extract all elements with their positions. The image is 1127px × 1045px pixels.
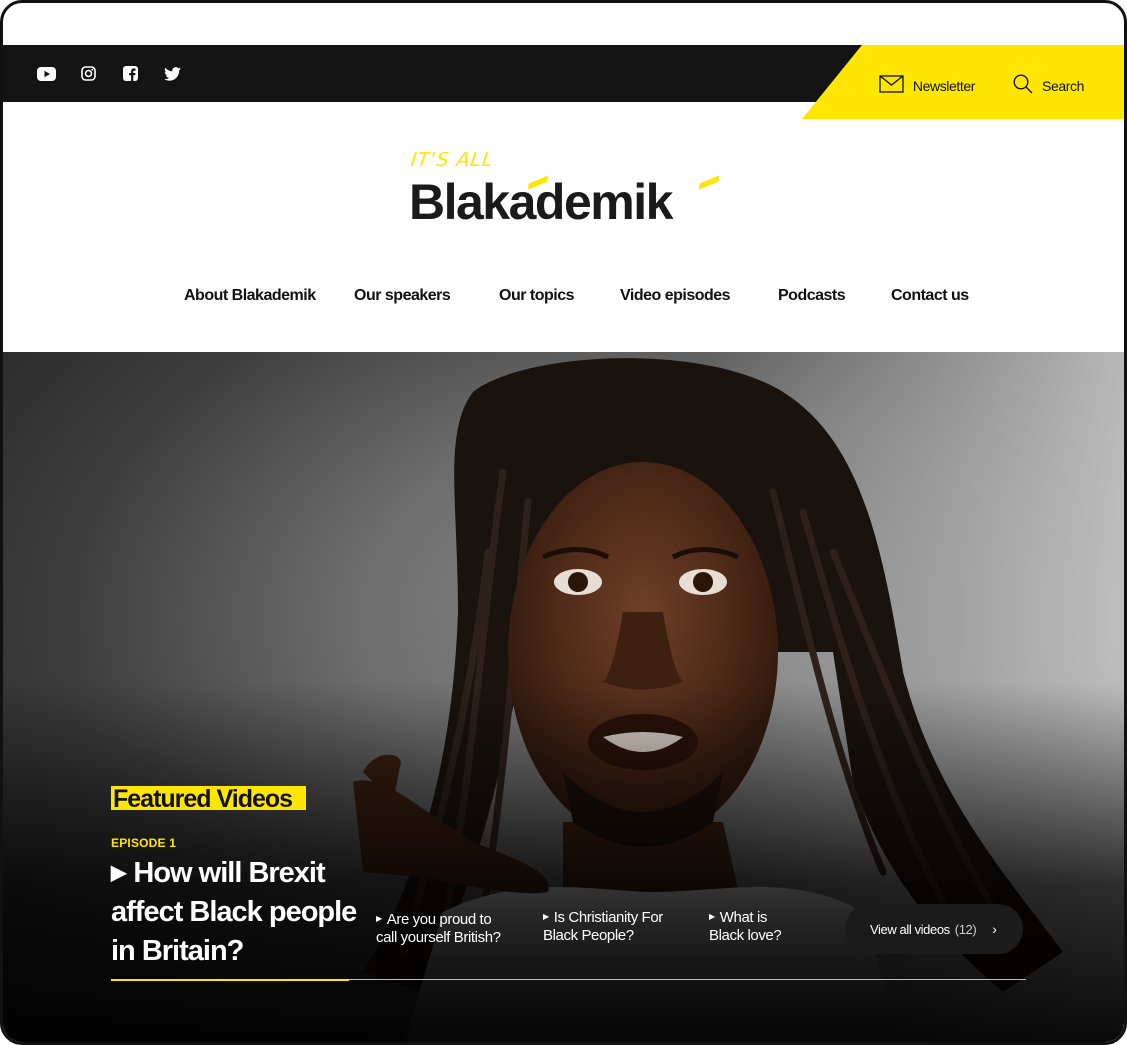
search-label: Search (1042, 77, 1084, 94)
newsletter-link[interactable]: Newsletter (879, 75, 975, 96)
video-item[interactable]: ▶ What is Black love? (709, 908, 804, 945)
browser-frame: Newsletter Search IT'S ALL Blakademik Ab… (0, 0, 1127, 1045)
nav-item-speakers[interactable]: Our speakers (354, 287, 451, 305)
nav-item-contact[interactable]: Contact us (891, 287, 969, 305)
featured-hero: Featured Videos EPISODE 1 ▶ How will Brex… (3, 352, 1124, 1042)
episode-tag: EPISODE 1 (111, 836, 177, 850)
video-item-title: Is Christianity For Black People? (543, 909, 663, 944)
video-item[interactable]: ▶ Is Christianity For Black People? (543, 908, 688, 945)
youtube-icon[interactable] (36, 64, 56, 84)
envelope-icon (879, 75, 904, 96)
nav-item-about[interactable]: About Blakademik (184, 287, 316, 305)
featured-video-main[interactable]: ▶ How will Brexit affect Black people in … (111, 854, 361, 971)
video-row-divider (349, 979, 1026, 980)
view-all-videos-button[interactable]: View all videos (12) › (845, 904, 1023, 954)
video-item-title: Are you proud to call yourself British? (376, 911, 501, 946)
nav-item-podcasts[interactable]: Podcasts (778, 287, 846, 305)
twitter-icon[interactable] (162, 64, 182, 84)
play-triangle-icon: ▶ (111, 862, 126, 884)
play-triangle-icon: ▶ (543, 912, 549, 921)
nav-item-video-episodes[interactable]: Video episodes (620, 287, 731, 305)
view-all-count: (12) (954, 921, 977, 937)
instagram-icon[interactable] (78, 64, 98, 84)
featured-video-underline (111, 979, 349, 981)
nav-item-topics[interactable]: Our topics (499, 287, 575, 305)
site-logo[interactable]: IT'S ALL Blakademik (409, 149, 739, 235)
video-item[interactable]: ▶ Are you proud to call yourself British? (376, 910, 506, 947)
facebook-icon[interactable] (120, 64, 140, 84)
topbar-links: Newsletter Search (879, 45, 1084, 126)
newsletter-label: Newsletter (912, 77, 976, 94)
search-icon (1013, 74, 1033, 97)
play-triangle-icon: ▶ (709, 912, 715, 921)
logo-tagline: IT'S ALL (409, 149, 496, 171)
view-all-label: View all videos (870, 921, 950, 937)
video-item-title: What is Black love? (709, 909, 782, 944)
search-link[interactable]: Search (1013, 74, 1084, 97)
social-links (36, 45, 182, 102)
featured-videos-heading: Featured Videos (111, 786, 307, 810)
featured-video-title: How will Brexit affect Black people in B… (111, 857, 357, 967)
logo-accent-mark (698, 175, 720, 190)
main-navigation: About Blakademik Our speakers Our topics… (3, 287, 1124, 313)
chevron-right-icon: › (992, 921, 997, 937)
play-triangle-icon: ▶ (376, 914, 382, 923)
